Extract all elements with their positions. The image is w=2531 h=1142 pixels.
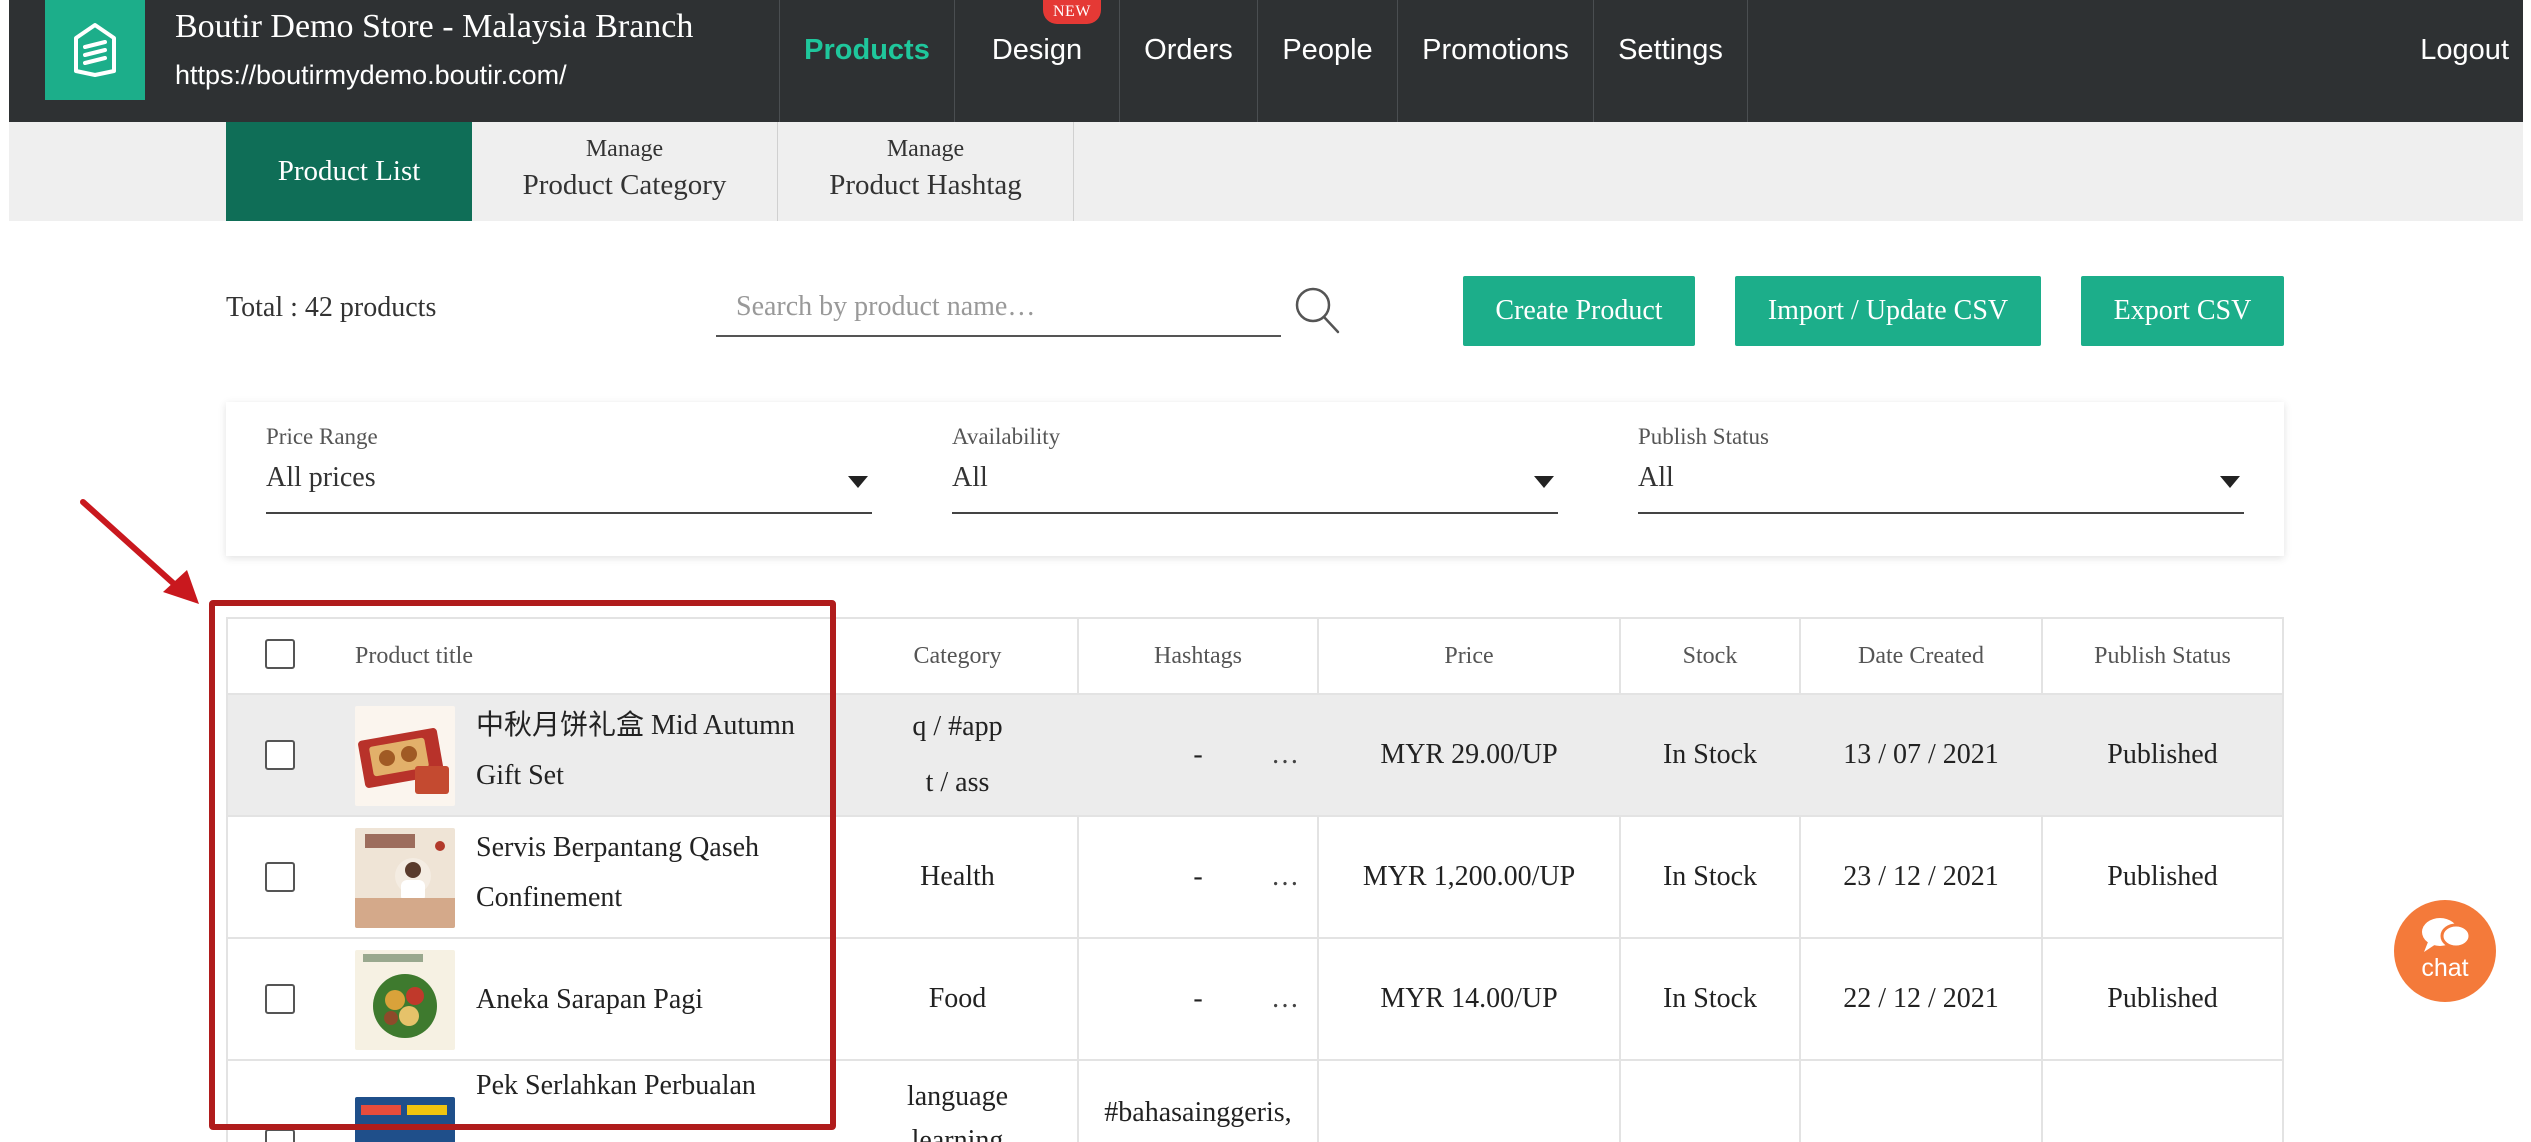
nav-orders[interactable]: Orders	[1119, 0, 1257, 122]
hashtags-cell: #bahasainggeris,	[1104, 1097, 1292, 1128]
stock-cell: In Stock	[1662, 739, 1758, 770]
total-products-count: Total : 42 products	[226, 292, 437, 323]
more-hashtags-icon[interactable]: …	[1271, 983, 1299, 1015]
store-logo[interactable]	[45, 0, 145, 100]
date-created-cell: 22 / 12 / 2021	[1843, 983, 1999, 1014]
export-csv-button[interactable]: Export CSV	[2081, 276, 2284, 346]
chevron-down-icon	[1534, 476, 1554, 488]
category-cell: language learning	[838, 1061, 1077, 1142]
tab-category-label: Product Category	[522, 169, 727, 201]
nav-products[interactable]: Products	[779, 0, 954, 122]
chat-button[interactable]: chat	[2394, 900, 2496, 1002]
column-header-stock[interactable]: Stock	[1621, 619, 1799, 693]
publish-status-value: All	[1638, 462, 1674, 493]
create-product-button[interactable]: Create Product	[1463, 276, 1695, 346]
price-cell: MYR 1,200.00/UP	[1362, 861, 1576, 892]
import-csv-button[interactable]: Import / Update CSV	[1735, 276, 2041, 346]
nav-people[interactable]: People	[1257, 0, 1397, 122]
publish-status-label: Publish Status	[1638, 424, 1770, 449]
column-header-publish-status[interactable]: Publish Status	[2043, 619, 2282, 693]
publish-status-filter: Publish Status All	[1638, 424, 2244, 514]
nav-promotions[interactable]: Promotions	[1397, 0, 1593, 122]
date-created-cell: 23 / 12 / 2021	[1843, 861, 1999, 892]
publish-status-cell[interactable]: Published	[2043, 939, 2282, 1059]
search-field	[716, 285, 1281, 337]
store-logo-icon	[74, 23, 116, 77]
chevron-down-icon	[848, 476, 868, 488]
availability-select[interactable]: All	[952, 462, 1558, 514]
category-line: q / #app	[912, 711, 1003, 742]
column-header-category[interactable]: Category	[838, 619, 1077, 693]
tab-hashtag-label: Product Hashtag	[829, 169, 1022, 201]
price-cell: MYR 29.00/UP	[1380, 739, 1558, 770]
date-created-cell: 13 / 07 / 2021	[1843, 739, 1999, 770]
nav-products-label: Products	[804, 34, 930, 66]
price-cell: MYR 14.00/UP	[1380, 983, 1558, 1014]
publish-status-select[interactable]: All	[1638, 462, 2244, 514]
price-range-filter: Price Range All prices	[266, 424, 872, 514]
filter-panel: Price Range All prices Availability All …	[226, 402, 2284, 556]
tab-manage-product-hashtag[interactable]: Manage Product Hashtag	[778, 122, 1074, 221]
search-icon[interactable]	[1293, 285, 1341, 335]
top-navigation-bar: Boutir Demo Store - Malaysia Branch http…	[9, 0, 2523, 122]
category-line: language	[906, 1081, 1009, 1112]
availability-label: Availability	[952, 424, 1061, 449]
nav-orders-label: Orders	[1144, 34, 1233, 66]
row-checkbox[interactable]	[265, 1129, 295, 1142]
annotation-highlight-box	[209, 600, 836, 1130]
price-range-value: All prices	[266, 462, 376, 493]
tab-manage-product-category[interactable]: Manage Product Category	[472, 122, 778, 221]
price-range-label: Price Range	[266, 424, 378, 449]
chat-bubble-icon	[2422, 918, 2472, 952]
search-input[interactable]	[716, 285, 1281, 329]
main-nav: Products NEW Design Orders People Promot…	[779, 0, 1748, 122]
chevron-down-icon	[2220, 476, 2240, 488]
price-range-select[interactable]: All prices	[266, 462, 872, 514]
publish-status-cell[interactable]: Published	[2043, 695, 2282, 815]
nav-people-label: People	[1282, 34, 1373, 66]
store-url[interactable]: https://boutirmydemo.boutir.com/	[175, 60, 567, 91]
annotation-arrow-icon	[80, 499, 199, 604]
category-line: learning	[911, 1125, 1004, 1142]
stock-cell: In Stock	[1662, 983, 1758, 1014]
store-name: Boutir Demo Store - Malaysia Branch	[175, 8, 694, 45]
availability-filter: Availability All	[952, 424, 1558, 514]
nav-design[interactable]: NEW Design	[954, 0, 1119, 122]
chat-label: chat	[2421, 954, 2469, 982]
nav-settings-label: Settings	[1618, 34, 1723, 66]
logout-link[interactable]: Logout	[2420, 34, 2509, 67]
category-line: t / ass	[925, 767, 990, 798]
more-hashtags-icon[interactable]: …	[1271, 861, 1299, 893]
column-header-date[interactable]: Date Created	[1801, 619, 2041, 693]
new-badge: NEW	[1043, 0, 1101, 24]
column-header-hashtags[interactable]: Hashtags	[1079, 619, 1317, 693]
column-header-price[interactable]: Price	[1319, 619, 1619, 693]
nav-design-label: Design	[991, 34, 1083, 66]
sub-navigation-bar: Product List Manage Product Category Man…	[9, 122, 2523, 221]
category-cell: q / #app t / ass	[838, 695, 1077, 815]
nav-promotions-label: Promotions	[1422, 34, 1569, 66]
category-cell: Health	[920, 861, 995, 892]
tab-category-small-label: Manage	[585, 136, 664, 162]
more-hashtags-icon[interactable]: …	[1271, 739, 1299, 771]
tab-product-list[interactable]: Product List	[226, 122, 472, 221]
publish-status-cell[interactable]: Published	[2043, 817, 2282, 937]
stock-cell: In Stock	[1662, 861, 1758, 892]
tab-hashtag-small-label: Manage	[886, 136, 965, 162]
nav-settings[interactable]: Settings	[1593, 0, 1748, 122]
availability-value: All	[952, 462, 988, 493]
category-cell: Food	[928, 983, 987, 1014]
